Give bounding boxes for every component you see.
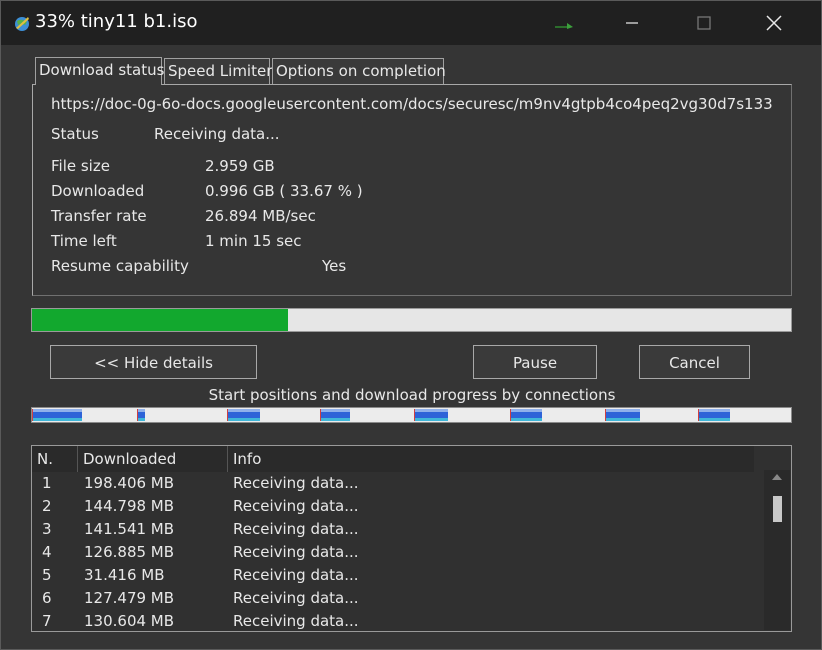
connection-progress-segment bbox=[321, 409, 350, 421]
tab-speed-limiter[interactable]: Speed Limiter bbox=[164, 58, 272, 84]
download-url: https://doc-0g-6o-docs.googleusercontent… bbox=[51, 95, 773, 113]
row-info: Receiving data... bbox=[233, 497, 359, 515]
cancel-button[interactable]: Cancel bbox=[639, 345, 750, 379]
title-bar[interactable]: 33% tiny11 b1.iso bbox=[1, 1, 821, 45]
table-row[interactable]: 2 144.798 MB Receiving data... bbox=[32, 495, 754, 518]
close-icon bbox=[766, 15, 782, 31]
row-downloaded: 144.798 MB bbox=[84, 497, 175, 515]
file-size-label: File size bbox=[51, 157, 110, 175]
row-downloaded: 127.479 MB bbox=[84, 589, 175, 607]
progress-fill bbox=[32, 309, 288, 331]
connections-progress-bar bbox=[31, 407, 792, 423]
connections-caption: Start positions and download progress by… bbox=[208, 386, 616, 404]
tray-indicator-icon bbox=[555, 23, 573, 29]
row-number: 3 bbox=[42, 520, 52, 538]
column-header-downloaded[interactable]: Downloaded bbox=[78, 446, 228, 472]
idm-globe-icon bbox=[15, 17, 29, 31]
table-row[interactable]: 5 31.416 MB Receiving data... bbox=[32, 564, 754, 587]
download-progress-bar bbox=[31, 308, 792, 332]
download-status-panel: https://doc-0g-6o-docs.googleusercontent… bbox=[32, 84, 792, 296]
connection-progress-segment bbox=[33, 409, 82, 421]
connection-progress-segment bbox=[228, 409, 260, 421]
file-size-value: 2.959 GB bbox=[205, 157, 275, 175]
row-info: Receiving data... bbox=[233, 520, 359, 538]
tab-options-on-completion[interactable]: Options on completion bbox=[272, 58, 446, 84]
scrollbar-thumb[interactable] bbox=[773, 496, 782, 522]
hide-details-button[interactable]: << Hide details bbox=[50, 345, 257, 379]
connections-table: N. Downloaded Info 1 198.406 MB Receiving … bbox=[31, 445, 792, 632]
time-left-value: 1 min 15 sec bbox=[205, 232, 302, 250]
table-row[interactable]: 1 198.406 MB Receiving data... bbox=[32, 472, 754, 495]
minimize-icon bbox=[626, 22, 638, 24]
download-progress-window: 33% tiny11 b1.iso Download status Speed … bbox=[0, 0, 822, 650]
row-info: Receiving data... bbox=[233, 474, 359, 492]
connection-progress-segment bbox=[699, 409, 730, 421]
row-downloaded: 126.885 MB bbox=[84, 543, 175, 561]
window-title: 33% tiny11 b1.iso bbox=[35, 11, 198, 32]
row-info: Receiving data... bbox=[233, 589, 359, 607]
row-downloaded: 141.541 MB bbox=[84, 520, 175, 538]
pause-button[interactable]: Pause bbox=[473, 345, 597, 379]
connection-progress-segment bbox=[415, 409, 448, 421]
resume-capability-label: Resume capability bbox=[51, 257, 189, 275]
table-header: N. Downloaded Info bbox=[32, 446, 754, 472]
row-number: 1 bbox=[42, 474, 52, 492]
transfer-rate-value: 26.894 MB/sec bbox=[205, 207, 316, 225]
row-info: Receiving data... bbox=[233, 543, 359, 561]
row-downloaded: 130.604 MB bbox=[84, 612, 175, 630]
row-info: Receiving data... bbox=[233, 566, 359, 584]
transfer-rate-label: Transfer rate bbox=[51, 207, 147, 225]
connection-progress-segment bbox=[606, 409, 640, 421]
status-value: Receiving data... bbox=[154, 125, 280, 143]
row-downloaded: 198.406 MB bbox=[84, 474, 175, 492]
row-number: 2 bbox=[42, 497, 52, 515]
time-left-label: Time left bbox=[51, 232, 117, 250]
column-header-info[interactable]: Info bbox=[228, 446, 754, 472]
maximize-button[interactable] bbox=[677, 1, 731, 45]
row-downloaded: 31.416 MB bbox=[84, 566, 165, 584]
connection-progress-segment bbox=[138, 409, 145, 421]
downloaded-label: Downloaded bbox=[51, 182, 145, 200]
scroll-up-arrow-icon[interactable] bbox=[772, 474, 782, 480]
minimize-button[interactable] bbox=[605, 1, 659, 45]
row-number: 6 bbox=[42, 589, 52, 607]
resume-capability-value: Yes bbox=[322, 257, 347, 275]
connection-progress-segment bbox=[511, 409, 542, 421]
row-info: Receiving data... bbox=[233, 612, 359, 630]
status-label: Status bbox=[51, 125, 99, 143]
row-number: 5 bbox=[42, 566, 52, 584]
table-row[interactable]: 3 141.541 MB Receiving data... bbox=[32, 518, 754, 541]
table-scrollbar[interactable] bbox=[764, 470, 790, 630]
row-number: 4 bbox=[42, 543, 52, 561]
table-row[interactable]: 7 130.604 MB Receiving data... bbox=[32, 610, 754, 631]
tab-download-status[interactable]: Download status bbox=[35, 57, 164, 85]
table-row[interactable]: 4 126.885 MB Receiving data... bbox=[32, 541, 754, 564]
column-header-number[interactable]: N. bbox=[32, 446, 78, 472]
row-number: 7 bbox=[42, 612, 52, 630]
close-button[interactable] bbox=[747, 1, 801, 45]
maximize-icon bbox=[697, 16, 711, 30]
downloaded-value: 0.996 GB ( 33.67 % ) bbox=[205, 182, 363, 200]
table-row[interactable]: 6 127.479 MB Receiving data... bbox=[32, 587, 754, 610]
